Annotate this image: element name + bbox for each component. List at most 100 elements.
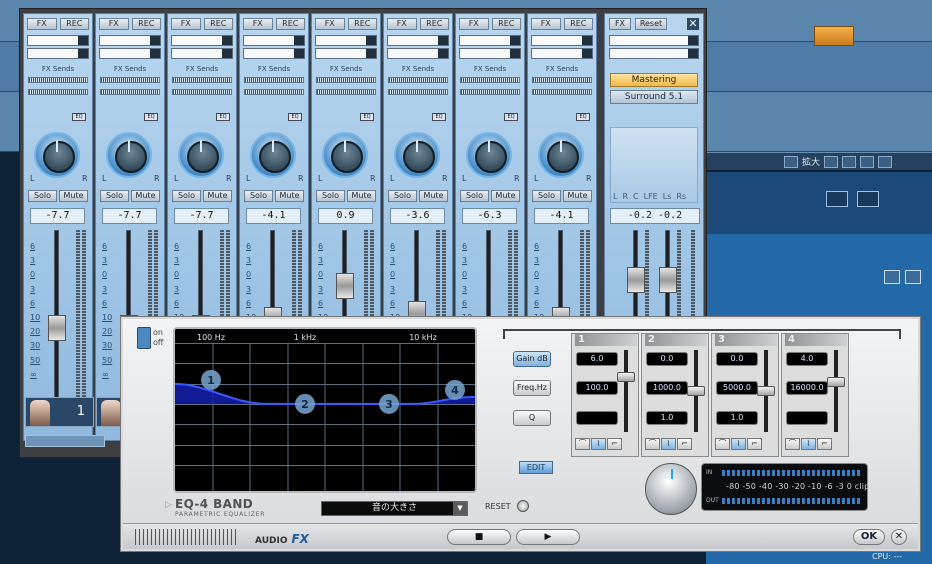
list-icon[interactable] bbox=[884, 270, 900, 284]
filter-shape-button[interactable]: ⌇ bbox=[731, 438, 746, 450]
solo-button[interactable]: Solo bbox=[532, 190, 561, 202]
volume-fader[interactable] bbox=[336, 273, 354, 299]
eq-curve-canvas[interactable]: 100 Hz 1 kHz 10 kHz 1 2 3 4 bbox=[175, 329, 475, 491]
mixer-scrollbar[interactable] bbox=[25, 435, 105, 447]
edit-button[interactable]: EDIT bbox=[519, 461, 553, 474]
rec-button[interactable]: REC bbox=[59, 18, 89, 30]
reset-button[interactable] bbox=[517, 500, 529, 512]
gain-fader-track[interactable] bbox=[834, 350, 838, 432]
q-field[interactable] bbox=[786, 411, 828, 425]
filter-shape-button[interactable]: ⌐ bbox=[607, 438, 622, 450]
gain-field[interactable]: 6.0 bbox=[576, 352, 618, 366]
input-select[interactable] bbox=[27, 35, 89, 46]
volume-fader[interactable] bbox=[48, 315, 66, 341]
solo-button[interactable]: Solo bbox=[460, 190, 489, 202]
fx-sends-slider[interactable] bbox=[388, 89, 448, 95]
expand-arrow-icon[interactable]: ▷ bbox=[165, 500, 172, 510]
zoom-in-icon[interactable] bbox=[878, 155, 893, 168]
fx-sends-slider[interactable] bbox=[460, 77, 520, 83]
rec-button[interactable]: REC bbox=[347, 18, 377, 30]
mute-button[interactable]: Mute bbox=[59, 190, 88, 202]
fx-button[interactable]: FX bbox=[243, 18, 273, 30]
filter-shape-button[interactable]: ⌇ bbox=[661, 438, 676, 450]
stop-button[interactable]: ■ bbox=[447, 529, 511, 545]
waveform-view-icon[interactable] bbox=[857, 191, 879, 207]
pan-knob[interactable] bbox=[250, 132, 296, 178]
gain-field[interactable]: 0.0 bbox=[646, 352, 688, 366]
output-select[interactable] bbox=[315, 48, 377, 59]
solo-button[interactable]: Solo bbox=[316, 190, 345, 202]
input-select[interactable] bbox=[387, 35, 449, 46]
audio-clip[interactable] bbox=[814, 26, 854, 46]
gain-fader[interactable] bbox=[757, 386, 775, 396]
mute-button[interactable]: Mute bbox=[131, 190, 160, 202]
master-fader-right[interactable] bbox=[659, 267, 677, 293]
input-select[interactable] bbox=[459, 35, 521, 46]
freq-field[interactable]: 16000.0 bbox=[786, 381, 828, 395]
fader-track[interactable] bbox=[54, 230, 59, 398]
master-fx-button[interactable]: FX bbox=[609, 18, 631, 30]
eq-badge[interactable]: EQ bbox=[144, 113, 158, 121]
gain-db-button[interactable]: Gain dB bbox=[513, 351, 551, 367]
filter-shape-button[interactable]: ⌇ bbox=[591, 438, 606, 450]
fx-sends-slider[interactable] bbox=[532, 89, 592, 95]
close-button[interactable]: ✕ bbox=[891, 529, 907, 545]
master-fader-left[interactable] bbox=[627, 267, 645, 293]
filter-shape-button[interactable]: ⌒ bbox=[715, 438, 730, 450]
dots-icon[interactable] bbox=[888, 191, 910, 207]
fx-sends-slider[interactable] bbox=[172, 77, 232, 83]
freq-field[interactable]: 100.0 bbox=[576, 381, 618, 395]
output-select[interactable] bbox=[171, 48, 233, 59]
pan-knob[interactable] bbox=[466, 132, 512, 178]
fx-button[interactable]: FX bbox=[459, 18, 489, 30]
fx-button[interactable]: FX bbox=[315, 18, 345, 30]
gain-field[interactable]: 4.0 bbox=[786, 352, 828, 366]
eq-badge[interactable]: EQ bbox=[288, 113, 302, 121]
eq-badge[interactable]: EQ bbox=[504, 113, 518, 121]
filter-shape-button[interactable]: ⌐ bbox=[677, 438, 692, 450]
gain-fader[interactable] bbox=[687, 386, 705, 396]
output-select[interactable] bbox=[387, 48, 449, 59]
q-field[interactable]: 1.0 bbox=[646, 411, 688, 425]
fx-sends-slider[interactable] bbox=[244, 89, 304, 95]
filter-shape-button[interactable]: ⌐ bbox=[747, 438, 762, 450]
master-select[interactable] bbox=[609, 35, 699, 46]
filter-shape-button[interactable]: ⌒ bbox=[575, 438, 590, 450]
power-toggle[interactable] bbox=[137, 327, 151, 349]
band-node[interactable]: 1 bbox=[201, 369, 221, 390]
eq-badge[interactable]: EQ bbox=[432, 113, 446, 121]
fit-icon[interactable] bbox=[824, 155, 839, 168]
fx-sends-slider[interactable] bbox=[100, 89, 160, 95]
zoom-horizontal-icon[interactable] bbox=[842, 155, 857, 168]
pan-knob[interactable] bbox=[178, 132, 224, 178]
output-select[interactable] bbox=[99, 48, 161, 59]
fx-sends-slider[interactable] bbox=[244, 77, 304, 83]
eq-badge[interactable]: EQ bbox=[72, 113, 86, 121]
q-field[interactable] bbox=[576, 411, 618, 425]
pan-knob[interactable] bbox=[34, 132, 80, 178]
fx-button[interactable]: FX bbox=[171, 18, 201, 30]
eq-badge[interactable]: EQ bbox=[360, 113, 374, 121]
grip-handle[interactable] bbox=[135, 529, 239, 545]
input-select[interactable] bbox=[243, 35, 305, 46]
pan-knob[interactable] bbox=[538, 132, 584, 178]
filter-shape-button[interactable]: ⌒ bbox=[645, 438, 660, 450]
play-button[interactable]: ▶ bbox=[516, 529, 580, 545]
chevron-down-icon[interactable]: ▼ bbox=[453, 502, 467, 515]
rec-button[interactable]: REC bbox=[275, 18, 305, 30]
zoom-out-icon[interactable] bbox=[860, 155, 875, 168]
freq-field[interactable]: 5000.0 bbox=[716, 381, 758, 395]
rec-button[interactable]: REC bbox=[203, 18, 233, 30]
mute-button[interactable]: Mute bbox=[203, 190, 232, 202]
mute-button[interactable]: Mute bbox=[347, 190, 376, 202]
output-knob[interactable] bbox=[645, 463, 697, 515]
fx-sends-slider[interactable] bbox=[100, 77, 160, 83]
fx-sends-slider[interactable] bbox=[316, 77, 376, 83]
filter-shape-button[interactable]: ⌇ bbox=[801, 438, 816, 450]
input-select[interactable] bbox=[531, 35, 593, 46]
master-reset-button[interactable]: Reset bbox=[635, 18, 667, 30]
fx-sends-slider[interactable] bbox=[172, 89, 232, 95]
fx-sends-slider[interactable] bbox=[532, 77, 592, 83]
fx-sends-slider[interactable] bbox=[28, 77, 88, 83]
fx-button[interactable]: FX bbox=[27, 18, 57, 30]
